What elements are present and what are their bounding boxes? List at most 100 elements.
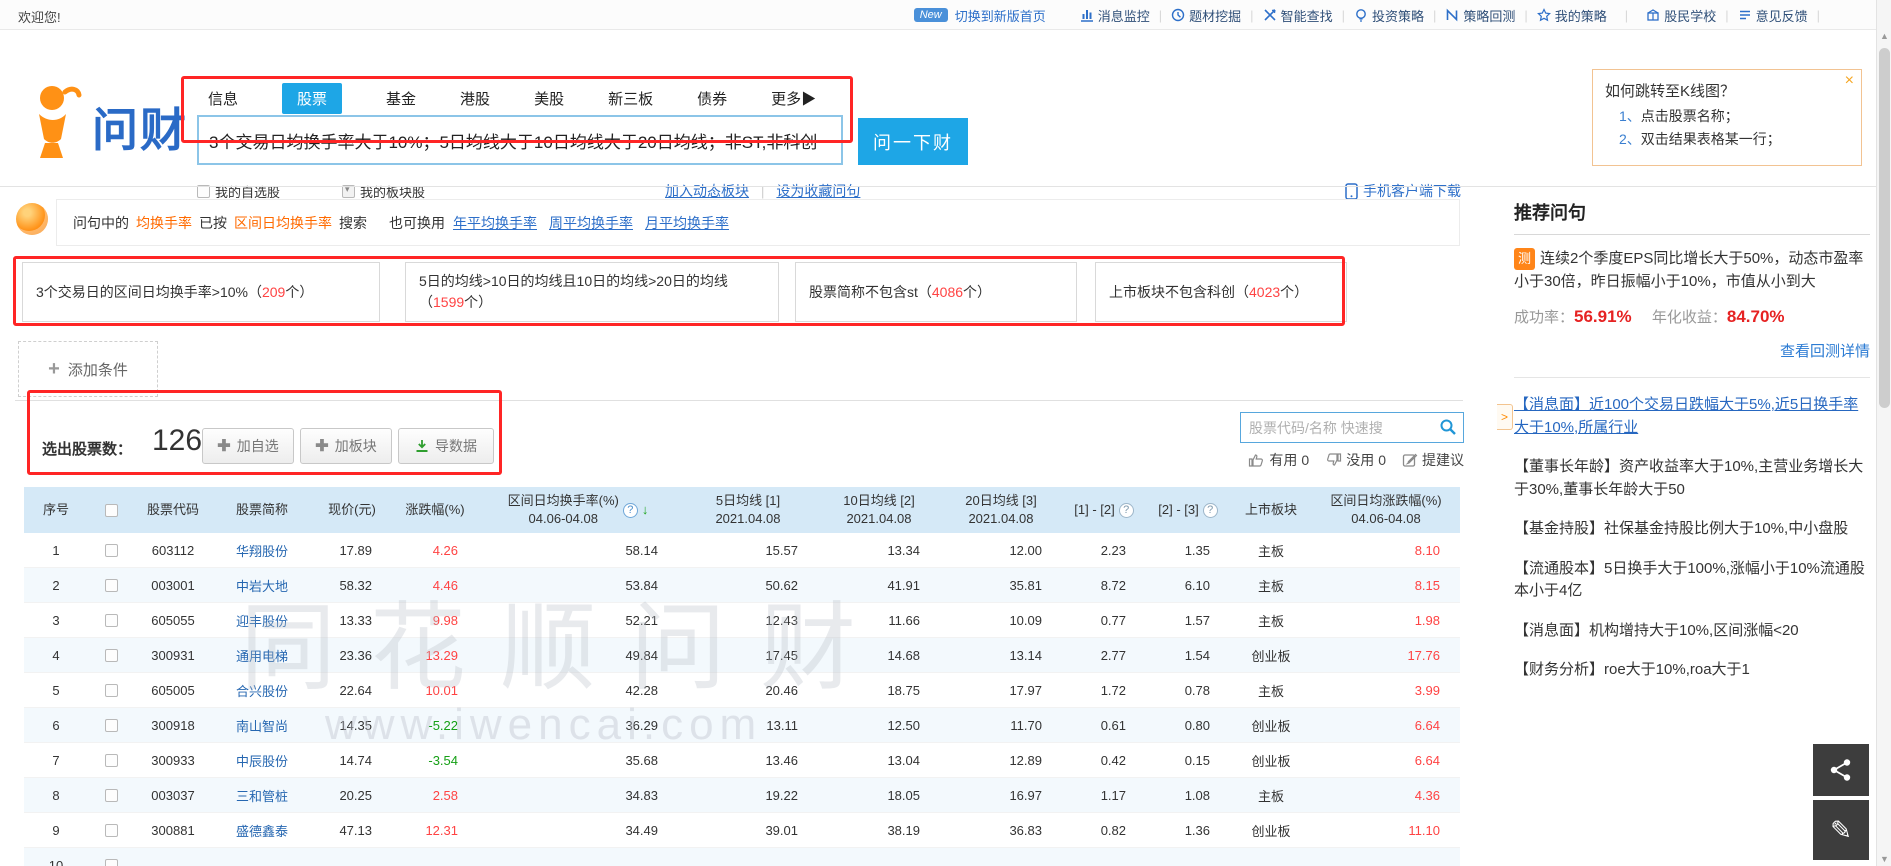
condition-chip[interactable]: 3个交易日的区间日均换手率>10%（209个） [22, 262, 380, 322]
condition-chip[interactable]: 股票简称不包含st（4086个） [795, 262, 1077, 322]
row-checkbox[interactable] [105, 614, 118, 627]
col-header-diff-1-2[interactable]: [1] - [2]? [1062, 487, 1146, 533]
col-header-ma10[interactable]: 10日均线 [2]2021.04.08 [818, 487, 940, 533]
condition-chip[interactable]: 上市板块不包含科创（4023个） [1095, 262, 1347, 322]
col-header-ma20[interactable]: 20日均线 [3]2021.04.08 [940, 487, 1062, 533]
recommend-item[interactable]: 【基金持股】社保基金持股比例大于10%,中小盘股 [1514, 518, 1870, 541]
table-row[interactable]: 9 300881 盛德鑫泰 47.13 12.31 34.49 39.01 38… [24, 813, 1460, 848]
tab-neeq[interactable]: 新三板 [608, 88, 653, 109]
tab-hk[interactable]: 港股 [460, 88, 490, 109]
col-header-ma5[interactable]: 5日均线 [1]2021.04.08 [678, 487, 818, 533]
table-row[interactable]: 2 003001 中岩大地 58.32 4.46 53.84 50.62 41.… [24, 568, 1460, 603]
table-row[interactable]: 6 300918 南山智尚 14.35 -5.22 36.29 13.11 12… [24, 708, 1460, 743]
stock-name-link[interactable]: 通用电梯 [236, 646, 288, 665]
export-data-button[interactable]: 导数据 [398, 428, 494, 464]
col-header-range-change[interactable]: 区间日均涨跌幅(%)04.06-04.08 [1312, 487, 1460, 533]
stock-name-link[interactable]: 三和管桩 [236, 786, 288, 805]
save-question-link[interactable]: 设为收藏问句 [776, 181, 860, 201]
alt-metric-link-week[interactable]: 周平均换手率 [549, 213, 633, 233]
table-row[interactable]: 3 605055 迎丰股份 13.33 9.98 52.21 12.43 11.… [24, 603, 1460, 638]
topbar-item-stock-school[interactable]: 股民学校 [1646, 6, 1716, 25]
topbar-item-message-monitor[interactable]: 消息监控 [1080, 6, 1150, 25]
sidebar-expander-handle[interactable]: > [1497, 404, 1513, 430]
row-checkbox[interactable] [105, 544, 118, 557]
tab-more[interactable]: 更多▶ [771, 88, 816, 109]
quick-search-input[interactable] [1241, 413, 1433, 442]
topbar-item-my-strategy[interactable]: 我的策略 [1537, 6, 1607, 25]
search-icon[interactable] [1439, 418, 1457, 441]
recommend-item[interactable]: 【消息面】机构增持大于10%,区间涨幅<20 [1514, 620, 1870, 643]
row-checkbox[interactable] [105, 859, 118, 866]
row-checkbox[interactable] [105, 579, 118, 592]
useful-button[interactable]: 有用0 [1248, 450, 1309, 470]
stock-name-link[interactable]: 盛德鑫泰 [236, 821, 288, 840]
useless-button[interactable]: 没用0 [1325, 450, 1386, 470]
close-icon[interactable]: × [1845, 72, 1854, 90]
tab-us[interactable]: 美股 [534, 88, 564, 109]
topbar-item-invest-strategy[interactable]: 投资策略 [1354, 6, 1424, 25]
row-checkbox[interactable] [105, 754, 118, 767]
table-row[interactable]: 1 603112 华翔股份 17.89 4.26 58.14 15.57 13.… [24, 533, 1460, 568]
add-to-board-button[interactable]: ✚加板块 [300, 428, 392, 464]
col-header-name[interactable]: 股票简称 [212, 487, 312, 533]
topbar-item-theme-mining[interactable]: 题材挖掘 [1171, 6, 1241, 25]
tab-stock[interactable]: 股票 [282, 83, 342, 114]
row-checkbox[interactable] [105, 649, 118, 662]
add-dynamic-board-link[interactable]: 加入动态板块 [665, 181, 749, 201]
row-checkbox[interactable] [105, 719, 118, 732]
stock-name-link[interactable]: 华翔股份 [236, 541, 288, 560]
topbar-item-feedback[interactable]: 意见反馈 [1738, 6, 1808, 25]
add-condition-button[interactable]: + 添加条件 [18, 341, 158, 397]
stock-name-link[interactable]: 中岩大地 [236, 576, 288, 595]
tab-bond[interactable]: 债券 [697, 88, 727, 109]
stock-name-link[interactable]: 中辰股份 [236, 751, 288, 770]
page-scrollbar[interactable]: ▲ ▼ [1876, 0, 1891, 866]
row-checkbox[interactable] [105, 789, 118, 802]
add-to-watchlist-button[interactable]: ✚加自选 [202, 428, 294, 464]
query-input[interactable] [197, 115, 843, 165]
row-checkbox[interactable] [105, 684, 118, 697]
col-header-board[interactable]: 上市板块 [1230, 487, 1312, 533]
stock-name-link[interactable]: 迎丰股份 [236, 611, 288, 630]
table-row[interactable]: 8 003037 三和管桩 20.25 2.58 34.83 19.22 18.… [24, 778, 1460, 813]
recommend-item[interactable]: 【财务分析】roe大于10%,roa大于1 [1514, 659, 1870, 682]
alt-metric-link-month[interactable]: 月平均换手率 [645, 213, 729, 233]
share-button[interactable] [1813, 744, 1869, 796]
help-icon[interactable]: ? [1203, 503, 1218, 518]
topbar-item-strategy-backtest[interactable]: 策略回测 [1445, 6, 1515, 25]
backtest-detail-link[interactable]: 查看回测详情 [1514, 340, 1870, 363]
tab-fund[interactable]: 基金 [386, 88, 416, 109]
col-header-index[interactable]: 序号 [24, 487, 88, 533]
help-icon[interactable]: ? [623, 503, 638, 518]
col-header-change[interactable]: 涨跌幅(%) [392, 487, 478, 533]
col-header-diff-2-3[interactable]: [2] - [3]? [1146, 487, 1230, 533]
stock-name-link[interactable]: 南山智尚 [236, 716, 288, 735]
col-header-price[interactable]: 现价(元) [312, 487, 392, 533]
ask-button[interactable]: 问一下财 [858, 118, 968, 165]
col-header-code[interactable]: 股票代码 [134, 487, 212, 533]
sort-desc-icon[interactable]: ↓ [642, 501, 649, 519]
edit-button[interactable]: ✎ [1813, 800, 1869, 860]
table-row[interactable]: 7 300933 中辰股份 14.74 -3.54 35.68 13.46 13… [24, 743, 1460, 778]
recommend-item[interactable]: 【流通股本】5日换手大于100%,涨幅小于10%流通股本小于4亿 [1514, 558, 1870, 603]
recommend-item[interactable]: 【消息面】近100个交易日跌幅大于5%,近5日换手率大于10%,所属行业 [1514, 394, 1870, 439]
recommend-item[interactable]: 【董事长年龄】资产收益率大于10%,主营业务增长大于30%,董事长年龄大于50 [1514, 456, 1870, 501]
scroll-down-arrow[interactable]: ▼ [1877, 854, 1891, 864]
table-row[interactable]: 4 300931 通用电梯 23.36 13.29 49.84 17.45 14… [24, 638, 1460, 673]
row-checkbox[interactable] [105, 824, 118, 837]
switch-new-version-link[interactable]: 切换到新版首页 [955, 6, 1046, 25]
featured-question[interactable]: 测连续2个季度EPS同比增长大于50%，动态市盈率小于30倍，昨日振幅小于10%… [1514, 247, 1870, 363]
topbar-item-smart-search[interactable]: 智能查找 [1263, 6, 1333, 25]
table-row[interactable]: 5 605005 合兴股份 22.64 10.01 42.28 20.46 18… [24, 673, 1460, 708]
suggest-button[interactable]: 提建议 [1402, 450, 1464, 470]
alt-metric-link-year[interactable]: 年平均换手率 [453, 213, 537, 233]
app-download-link[interactable]: 手机客户端下载 [1345, 181, 1461, 201]
help-icon[interactable]: ? [1119, 503, 1134, 518]
condition-chip[interactable]: 5日的均线>10日的均线且10日的均线>20日的均线（1599个） [405, 262, 779, 322]
tab-info[interactable]: 信息 [208, 88, 238, 109]
scroll-up-arrow[interactable]: ▲ [1877, 31, 1891, 41]
table-row[interactable]: 10 [24, 848, 1460, 866]
scrollbar-thumb[interactable] [1879, 48, 1890, 408]
col-header-turnover[interactable]: 区间日均换手率(%)04.06-04.08 ? ↓ [478, 487, 678, 533]
stock-name-link[interactable]: 合兴股份 [236, 681, 288, 700]
